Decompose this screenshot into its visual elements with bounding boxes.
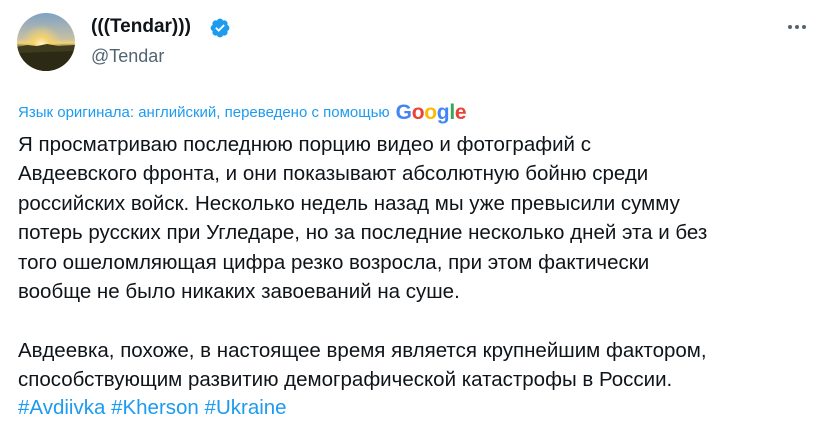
tweet-line: Авдеевского фронта, и они показывают абс… [18,162,649,186]
tweet-line: способствующим развитию демографической … [18,368,673,392]
avatar[interactable] [17,13,75,71]
more-horizontal-icon [788,25,806,29]
tweet-paragraph: Авдеевка, похоже, в настоящее время явля… [18,336,813,395]
tweet-paragraph: Я просматриваю последнюю порцию видео и … [18,130,813,306]
hashtag-link[interactable]: #Kherson [111,396,199,419]
tweet-line: потерь русских при Угледаре, но за после… [18,221,708,245]
tweet-line: того ошеломляющая цифра резко возросла, … [18,250,650,274]
google-letter: g [436,101,450,124]
tweet-line: Я просматриваю последнюю порцию видео и … [18,133,591,156]
verified-badge-icon [210,18,230,38]
tweet-line: вообще не было никаких завоеваний на суш… [18,280,460,304]
avatar-image [17,13,75,71]
author-handle[interactable]: @Tendar [91,45,164,67]
hashtag-list: #Avdiivka #Kherson #Ukraine [18,394,287,422]
translation-label: Язык оригинала: английский, переведено с… [18,104,390,121]
hashtag-link[interactable]: #Ukraine [205,396,287,419]
hashtag-link[interactable]: #Avdiivka [18,396,105,419]
google-letter: G [395,101,412,124]
google-letter: o [424,101,437,124]
google-letter: e [454,101,467,124]
tweet-line: Авдеевка, похоже, в настоящее время явля… [18,338,707,362]
author-display-name[interactable]: (((Tendar))) [91,16,191,38]
tweet-line: российских войск. Несколько недель назад… [18,191,680,215]
translation-notice: Язык оригинала: английский, переведено с… [18,101,467,125]
tweet-text: Я просматриваю последнюю порцию видео и … [18,130,813,395]
google-letter: o [411,101,425,124]
google-logo: Google [396,101,467,125]
more-options-button[interactable] [780,12,814,42]
